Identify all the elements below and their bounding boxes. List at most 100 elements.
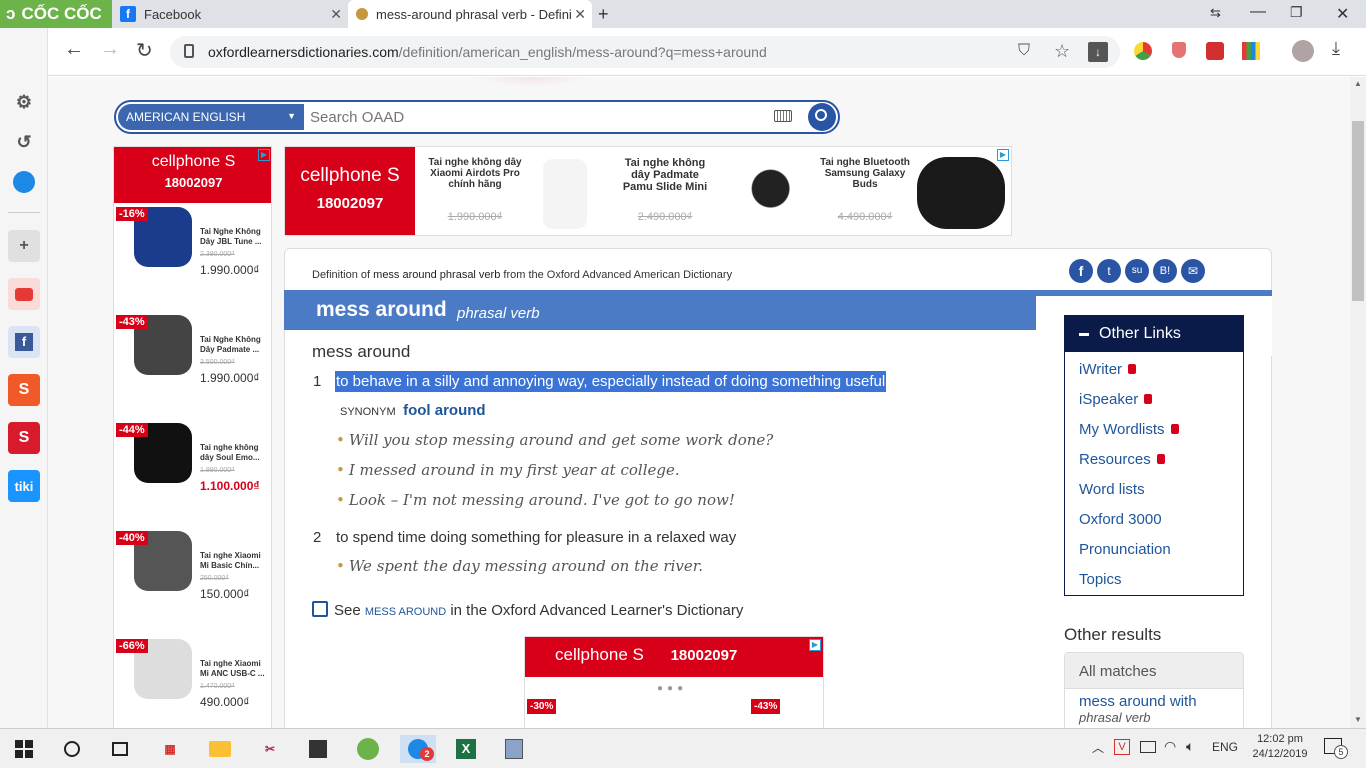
wifi-icon[interactable]: ◠	[1164, 738, 1176, 755]
language-indicator[interactable]: ENG	[1212, 740, 1238, 754]
app-icon[interactable]: ▦	[156, 735, 184, 763]
tiki-icon[interactable]: tiki	[8, 470, 40, 502]
stumbleupon-share-icon[interactable]: su	[1125, 259, 1149, 283]
ad-product[interactable]: -43% Tai Nghe Không Dây Padmate ... 3.500.…	[114, 313, 271, 419]
ad-product[interactable]: -40% Tai nghe Xiaomi Mi Basic Chín... 250.…	[114, 529, 271, 635]
share-icons: f t su B! ✉	[1069, 259, 1205, 283]
keyboard-icon[interactable]	[774, 110, 792, 122]
file-explorer-icon[interactable]	[206, 735, 234, 763]
sticky-notes-icon[interactable]	[304, 735, 332, 763]
address-bar[interactable]: oxfordlearnersdictionaries.com/definitio…	[170, 36, 1120, 68]
snipping-tool-icon[interactable]: ✂	[256, 735, 284, 763]
scrollbar-thumb[interactable]	[1352, 121, 1364, 301]
result-item[interactable]: mess around with phrasal verb	[1065, 689, 1243, 729]
restore-icon[interactable]: ❐	[1290, 4, 1303, 21]
tab-dictionary[interactable]: mess-around phrasal verb - Defini ✕	[348, 0, 592, 28]
adchoices-icon[interactable]: ▶	[809, 639, 821, 651]
example: • I messed around in my first year at col…	[336, 461, 680, 479]
synonym-link[interactable]: fool around	[403, 402, 486, 419]
adchoices-icon[interactable]: ▶	[258, 149, 270, 161]
app-icon[interactable]	[500, 735, 528, 763]
other-results-heading: Other results	[1064, 625, 1162, 644]
windows-start-icon[interactable]	[10, 735, 38, 763]
other-link[interactable]: Word lists	[1065, 474, 1243, 504]
search-input[interactable]	[310, 105, 750, 129]
back-icon[interactable]: ←	[64, 38, 84, 61]
clock[interactable]: 12:02 pm 24/12/2019	[1248, 732, 1312, 762]
other-link[interactable]: iWriter	[1065, 354, 1243, 384]
top-ad[interactable]: cellphone S 18002097 Tai nghe không dây …	[284, 146, 1012, 236]
extension-color-icon[interactable]	[1242, 42, 1260, 60]
bottom-ad[interactable]: cellphone S 18002097 ▶ ●●● -30% -43%	[524, 636, 824, 736]
ad-product[interactable]: -16% Tai Nghe Không Dây JBL Tune ... 2.390…	[114, 205, 271, 311]
other-link-label: My Wordlists	[1079, 420, 1165, 438]
dictionary-label: AMERICAN ENGLISH	[126, 110, 246, 124]
twitter-share-icon[interactable]: t	[1097, 259, 1121, 283]
side-ad[interactable]: cellphone S 18002097 ▶ -16% Tai Nghe Khôn…	[113, 146, 272, 736]
extension-red-icon[interactable]	[1206, 42, 1224, 60]
coccoc-taskbar-icon[interactable]	[354, 735, 382, 763]
battery-icon[interactable]	[1140, 741, 1156, 753]
facebook-icon[interactable]: f	[8, 326, 40, 358]
shopee-icon[interactable]: S	[8, 374, 40, 406]
search-button[interactable]	[808, 103, 836, 131]
all-matches-tab[interactable]: All matches	[1065, 653, 1243, 689]
other-link[interactable]: iSpeaker	[1065, 384, 1243, 414]
forward-icon[interactable]: →	[100, 38, 120, 61]
volume-icon[interactable]: 🔈︎	[1186, 738, 1194, 755]
other-link[interactable]: My Wordlists	[1065, 414, 1243, 444]
close-window-icon[interactable]: ✕	[1336, 4, 1349, 24]
scroll-down-icon[interactable]: ▼	[1354, 715, 1362, 724]
close-tab-icon[interactable]: ✕	[574, 6, 586, 23]
settings-icon[interactable]: ⚙	[8, 86, 40, 118]
task-view-icon[interactable]	[106, 735, 134, 763]
minimize-icon[interactable]: —	[1250, 3, 1266, 21]
shield-extension-icon[interactable]	[1172, 42, 1186, 58]
extension-chrome-icon[interactable]	[1134, 42, 1152, 60]
scroll-up-icon[interactable]: ▲	[1354, 79, 1362, 88]
scrollbar[interactable]: ▲ ▼	[1350, 77, 1366, 728]
sendo-icon[interactable]: S	[8, 422, 40, 454]
other-link[interactable]: Topics	[1065, 564, 1243, 594]
download-page-icon[interactable]: ↓	[1088, 42, 1108, 62]
other-link[interactable]: Oxford 3000	[1065, 504, 1243, 534]
excel-icon[interactable]: X	[452, 735, 480, 763]
history-icon[interactable]: ↺	[8, 126, 40, 158]
new-tab-icon[interactable]: +	[598, 4, 609, 25]
tray-chevron-icon[interactable]: ︿	[1092, 739, 1104, 756]
coccoc-logo[interactable]: ↄ CỐC CỐC	[0, 0, 112, 28]
add-icon[interactable]: +	[8, 230, 40, 262]
download-icon[interactable]: ⤓	[1332, 38, 1340, 59]
ad-product[interactable]: Tai nghe không dây Xiaomi Airdots Pro ch…	[425, 157, 615, 229]
tab-facebook[interactable]: f Facebook ✕	[112, 0, 348, 28]
hatena-share-icon[interactable]: B!	[1153, 259, 1177, 283]
zalo-icon[interactable]: 2	[400, 735, 436, 763]
headword-bar: mess around phrasal verb	[284, 290, 1036, 330]
adchoices-icon[interactable]: ▶	[997, 149, 1009, 161]
carousel-dots[interactable]: ●●●	[657, 683, 687, 694]
email-share-icon[interactable]: ✉	[1181, 259, 1205, 283]
tab-list-icon[interactable]: ⇆	[1210, 5, 1221, 21]
messenger-icon[interactable]	[8, 166, 40, 198]
shield-icon[interactable]: ⛉	[1018, 42, 1030, 60]
unikey-icon[interactable]: V	[1114, 739, 1130, 755]
avatar[interactable]	[1292, 40, 1314, 62]
other-link[interactable]: Resources	[1065, 444, 1243, 474]
ad-product[interactable]: -44% Tai nghe không dây Soul Emo... 1.990.…	[114, 421, 271, 527]
brand-label: CỐC CỐC	[21, 4, 102, 23]
other-links-panel: Other Links iWriter iSpeaker My Wordlists R…	[1064, 315, 1244, 596]
see-link[interactable]: MESS AROUND	[365, 606, 446, 618]
facebook-share-icon[interactable]: f	[1069, 259, 1093, 283]
decorative-header-image	[472, 77, 592, 87]
close-tab-icon[interactable]: ✕	[330, 6, 342, 23]
bookmark-star-icon[interactable]: ☆	[1054, 41, 1070, 62]
reload-icon[interactable]: ↻	[136, 38, 153, 63]
ad-product[interactable]: Tai nghe Bluetooth Samsung Galaxy Buds 4…	[815, 157, 1011, 229]
dictionary-select[interactable]: AMERICAN ENGLISH ▼	[118, 104, 304, 130]
other-links-header[interactable]: Other Links	[1065, 316, 1243, 352]
ad-product[interactable]: Tai nghe không dây Padmate Pamu Slide Mi…	[615, 157, 815, 227]
youtube-icon[interactable]	[8, 278, 40, 310]
other-link[interactable]: Pronunciation	[1065, 534, 1243, 564]
ad-product[interactable]: -66% Tai nghe Xiaomi Mi ANC USB-C ... 1.47…	[114, 637, 271, 735]
search-icon[interactable]	[58, 735, 86, 763]
